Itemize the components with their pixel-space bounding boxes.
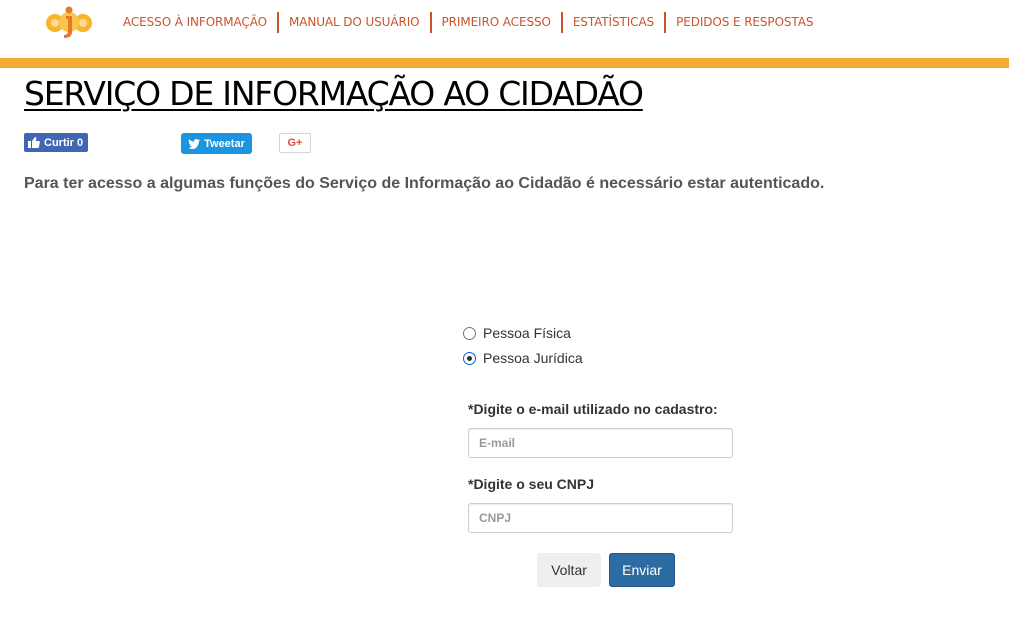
sic-logo[interactable]: [44, 4, 94, 40]
radio-button-selected[interactable]: [463, 351, 476, 365]
nav-estatisticas[interactable]: ESTATÍSTICAS: [563, 11, 664, 33]
google-plus-icon: G+: [287, 137, 303, 149]
radio-label: Pessoa Jurídica: [483, 350, 583, 366]
cnpj-field[interactable]: [468, 503, 733, 533]
submit-button[interactable]: Enviar: [609, 553, 675, 587]
nav-pedidos-respostas[interactable]: PEDIDOS E RESPOSTAS: [666, 11, 823, 33]
radio-label: Pessoa Física: [483, 325, 571, 341]
nav-manual-usuario[interactable]: MANUAL DO USUÁRIO: [279, 11, 430, 33]
facebook-like-button[interactable]: Curtir 0: [24, 133, 89, 152]
authentication-notice: Para ter acesso a algumas funções do Ser…: [24, 175, 825, 192]
thumbs-up-icon: [28, 137, 40, 148]
twitter-bird-icon: [188, 138, 201, 149]
google-plus-button[interactable]: G+: [279, 133, 311, 153]
email-label: *Digite o e-mail utilizado no cadastro:: [468, 401, 718, 417]
page-title: SERVIÇO DE INFORMAÇÃO AO CIDADÃO: [24, 74, 644, 113]
twitter-tweet-button[interactable]: Tweetar: [181, 133, 252, 154]
top-header: ACESSO À INFORMAÇÃO MANUAL DO USUÁRIO PR…: [0, 0, 1009, 58]
radio-pessoa-juridica[interactable]: Pessoa Jurídica: [463, 350, 583, 366]
twitter-tweet-label: Tweetar: [204, 137, 245, 150]
cnpj-label: *Digite o seu CNPJ: [468, 476, 595, 492]
radio-button[interactable]: [463, 326, 476, 340]
nav-acesso-informacao[interactable]: ACESSO À INFORMAÇÃO: [113, 11, 277, 33]
nav-primeiro-acesso[interactable]: PRIMEIRO ACESSO: [432, 11, 561, 33]
header-accent-bar: [0, 58, 1009, 68]
email-field[interactable]: [468, 428, 733, 458]
back-button[interactable]: Voltar: [537, 553, 601, 587]
radio-pessoa-fisica[interactable]: Pessoa Física: [463, 325, 571, 341]
main-nav: ACESSO À INFORMAÇÃO MANUAL DO USUÁRIO PR…: [113, 11, 823, 33]
facebook-like-label: Curtir 0: [44, 136, 84, 149]
